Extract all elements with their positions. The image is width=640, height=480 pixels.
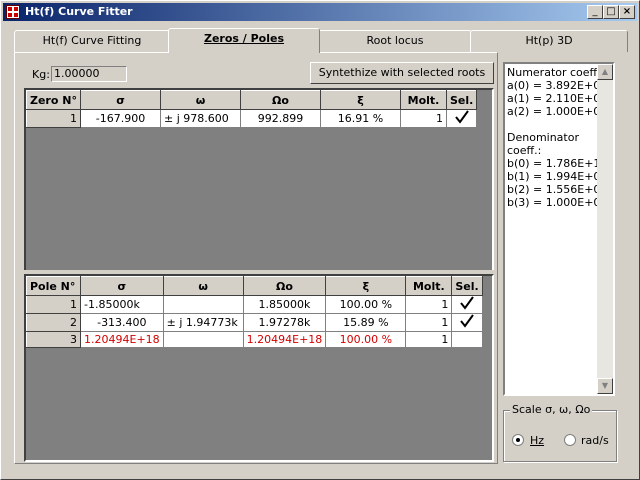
multiplicity-cell[interactable]: 1 (405, 331, 453, 348)
sigma-cell[interactable]: 1.20494E+18 (80, 331, 164, 348)
tab-curve-fitting[interactable]: Ht(f) Curve Fitting (14, 30, 170, 52)
select-cell[interactable] (451, 331, 483, 348)
radio-rad-s[interactable] (564, 434, 576, 446)
sigma-cell[interactable]: -1.85000k (80, 295, 164, 314)
omega-header[interactable]: ω (160, 90, 241, 110)
zero-number-header[interactable]: Zero N° (26, 90, 81, 110)
damping-cell[interactable]: 16.91 % (320, 109, 401, 128)
natural-frequency-cell[interactable]: 1.97278k (242, 313, 327, 332)
multiplicity-header[interactable]: Molt. (400, 90, 447, 110)
poles-header-row: Pole N° σ ω Ωo ξ Molt. Sel. (26, 276, 483, 296)
row-number[interactable]: 3 (26, 331, 81, 348)
natural-frequency-header[interactable]: Ωo (240, 90, 321, 110)
natural-frequency-cell[interactable]: 1.85000k (242, 295, 327, 314)
select-header[interactable]: Sel. (451, 276, 483, 296)
damping-header[interactable]: ξ (320, 90, 401, 110)
omega-header[interactable]: ω (162, 276, 244, 296)
radio-hz[interactable] (512, 434, 524, 446)
sigma-header[interactable]: σ (80, 90, 161, 110)
zeros-table: Zero N° σ ω Ωo ξ Molt. Sel. 1 -167.900 ±… (26, 90, 478, 128)
select-cell[interactable] (451, 313, 483, 332)
omega-cell[interactable] (162, 331, 244, 348)
sigma-cell[interactable]: -313.400 (80, 313, 164, 332)
table-row[interactable]: 1 -167.900 ± j 978.600 992.899 16.91 % 1 (26, 109, 478, 128)
close-button[interactable]: × (619, 5, 635, 19)
multiplicity-cell[interactable]: 1 (405, 295, 453, 314)
damping-header[interactable]: ξ (325, 276, 407, 296)
damping-cell[interactable]: 100.00 % (325, 331, 407, 348)
omega-cell[interactable] (162, 295, 244, 314)
kg-label: Kg: (32, 68, 50, 81)
synthesize-button[interactable]: Syntethize with selected roots (310, 62, 494, 84)
damping-cell[interactable]: 100.00 % (325, 295, 407, 314)
table-row[interactable]: 1 -1.85000k 1.85000k 100.00 % 1 (26, 295, 483, 314)
omega-cell[interactable]: ± j 978.600 (160, 109, 241, 128)
select-cell[interactable] (445, 109, 478, 128)
sigma-header[interactable]: σ (80, 276, 164, 296)
checkmark-icon (460, 314, 474, 328)
radio-selected-icon (516, 438, 520, 442)
multiplicity-header[interactable]: Molt. (405, 276, 453, 296)
pole-number-header[interactable]: Pole N° (26, 276, 81, 296)
table-row[interactable]: 2 -313.400 ± j 1.94773k 1.97278k 15.89 %… (26, 313, 483, 332)
table-row[interactable]: 3 1.20494E+18 1.20494E+18 100.00 % 1 (26, 331, 483, 348)
multiplicity-cell[interactable]: 1 (405, 313, 453, 332)
tab-zeros-poles[interactable]: Zeros / Poles (168, 28, 320, 53)
damping-cell[interactable]: 15.89 % (325, 313, 407, 332)
app-icon[interactable] (6, 5, 20, 19)
minimize-button[interactable]: _ (587, 5, 603, 19)
omega-cell[interactable]: ± j 1.94773k (162, 313, 244, 332)
checkmark-icon (460, 296, 474, 310)
sigma-cell[interactable]: -167.900 (80, 109, 161, 128)
natural-frequency-header[interactable]: Ωo (242, 276, 327, 296)
zeros-grid[interactable]: Zero N° σ ω Ωo ξ Molt. Sel. 1 -167.900 ±… (24, 88, 494, 272)
window-title: Ht(f) Curve Fitter (25, 5, 133, 18)
select-header[interactable]: Sel. (445, 90, 478, 110)
scale-title: Scale σ, ω, Ωo (510, 403, 593, 416)
natural-frequency-cell[interactable]: 1.20494E+18 (242, 331, 327, 348)
row-number[interactable]: 1 (26, 295, 81, 314)
poles-table: Pole N° σ ω Ωo ξ Molt. Sel. 1 -1.85000k … (26, 276, 483, 348)
select-cell[interactable] (451, 295, 483, 314)
title-bar[interactable]: Ht(f) Curve Fitter _ □ × (3, 3, 637, 21)
poles-grid[interactable]: Pole N° σ ω Ωo ξ Molt. Sel. 1 -1.85000k … (24, 274, 494, 462)
multiplicity-cell[interactable]: 1 (400, 109, 447, 128)
coefficients-list[interactable]: Numerator coeff.: a(0) = 3.892E+07 a(1) … (503, 62, 615, 396)
vertical-scrollbar[interactable]: ▲ ▼ (597, 64, 613, 394)
kg-field: 1.00000 (51, 66, 127, 82)
row-number[interactable]: 2 (26, 313, 81, 332)
radio-hz-label[interactable]: Hz (530, 434, 544, 447)
row-number[interactable]: 1 (26, 109, 81, 128)
maximize-button[interactable]: □ (603, 5, 619, 19)
scroll-down-icon[interactable]: ▼ (597, 378, 613, 394)
tab-root-locus[interactable]: Root locus (318, 30, 472, 52)
tab-ht-3d[interactable]: Ht(p) 3D (470, 30, 628, 52)
radio-rad-s-label[interactable]: rad/s (581, 434, 609, 447)
scroll-up-icon[interactable]: ▲ (597, 64, 613, 80)
natural-frequency-cell[interactable]: 992.899 (240, 109, 321, 128)
zeros-header-row: Zero N° σ ω Ωo ξ Molt. Sel. (26, 90, 478, 110)
checkmark-icon (454, 110, 469, 124)
